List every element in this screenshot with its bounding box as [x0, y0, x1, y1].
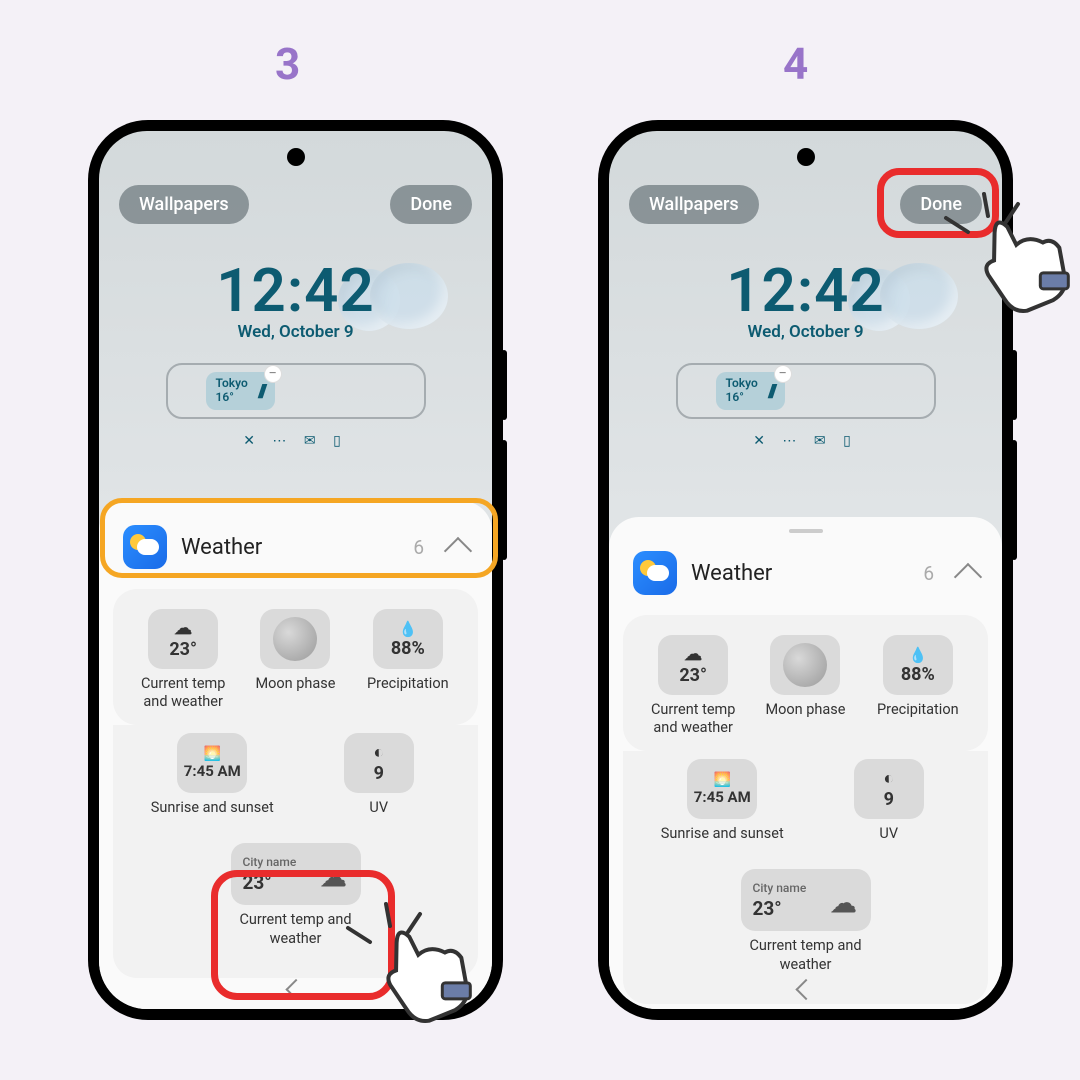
notification-icons: ✕ ⋯ ✉ ▯	[609, 433, 1002, 449]
camera-hole	[797, 148, 815, 166]
section-count: 6	[413, 536, 424, 559]
widget-city-temp[interactable]: City name 23° ☁ Current temp and weather	[214, 837, 378, 961]
widget-city-temp[interactable]: City name 23° ☁ Current temp and weather	[724, 863, 888, 987]
done-button[interactable]: Done	[390, 185, 472, 224]
step-number-4: 4	[783, 38, 808, 90]
lock-widget-slot[interactable]: Tokyo16° /// −	[676, 363, 936, 419]
droplet-icon: 💧	[398, 620, 417, 638]
widget-precipitation[interactable]: 💧88% Precipitation	[354, 603, 462, 725]
chevron-up-icon	[954, 563, 982, 591]
phone-mockup-right: Wallpapers Done 12:42 Wed, October 9 Tok…	[598, 120, 1013, 1020]
cloud-icon: ☁	[174, 618, 192, 639]
phone-mockup-left: Wallpapers Done 12:42 Wed, October 9 Tok…	[88, 120, 503, 1020]
widget-precipitation[interactable]: 💧88% Precipitation	[864, 629, 972, 751]
weather-chip[interactable]: Tokyo16° /// −	[206, 372, 275, 410]
weather-section-header[interactable]: Weather 6	[609, 539, 1002, 605]
notification-icons: ✕ ⋯ ✉ ▯	[99, 433, 492, 449]
sunrise-icon: 🌅	[204, 746, 221, 762]
uv-gauge-icon: ◐	[373, 742, 384, 763]
weather-section-header[interactable]: Weather 6	[99, 513, 492, 579]
section-title: Weather	[181, 535, 399, 560]
back-nav-icon[interactable]	[285, 979, 306, 1000]
chevron-up-icon	[444, 537, 472, 565]
weather-chip[interactable]: Tokyo16° /// −	[716, 372, 785, 410]
widget-moon-phase[interactable]: Moon phase	[241, 603, 349, 725]
remove-widget-icon[interactable]: −	[264, 365, 282, 383]
clock-date: Wed, October 9	[99, 322, 492, 342]
remove-widget-icon[interactable]: −	[774, 365, 792, 383]
widget-picker-sheet[interactable]: Weather 6 ☁23° Current temp and weather …	[99, 501, 492, 1009]
lock-clock: 12:42 Wed, October 9	[99, 255, 492, 342]
wallpapers-button[interactable]: Wallpapers	[119, 185, 249, 224]
wallpapers-button[interactable]: Wallpapers	[629, 185, 759, 224]
widget-uv[interactable]: ◐9 UV	[822, 753, 956, 857]
lock-clock: 12:42 Wed, October 9	[609, 255, 1002, 342]
cloud-icon: ☁	[321, 863, 347, 893]
widget-sunrise-sunset[interactable]: 🌅7:45 AM Sunrise and sunset	[655, 753, 789, 857]
step-number-3: 3	[275, 38, 300, 90]
rain-icon: ///	[768, 381, 775, 402]
widget-current-temp[interactable]: ☁23° Current temp and weather	[129, 603, 237, 725]
sheet-grabber[interactable]	[789, 529, 823, 533]
camera-hole	[287, 148, 305, 166]
lock-widget-slot[interactable]: Tokyo16° /// −	[166, 363, 426, 419]
weather-app-icon	[633, 551, 677, 595]
done-button[interactable]: Done	[900, 185, 982, 224]
widget-moon-phase[interactable]: Moon phase	[751, 629, 859, 751]
clock-time: 12:42	[99, 255, 492, 326]
widget-picker-sheet[interactable]: Weather 6 ☁23° Current temp and weather …	[609, 517, 1002, 1009]
rain-icon: ///	[258, 381, 265, 402]
widget-current-temp[interactable]: ☁23° Current temp and weather	[639, 629, 747, 751]
moon-icon	[273, 617, 317, 661]
widget-uv[interactable]: ◐9 UV	[312, 727, 446, 831]
weather-app-icon	[123, 525, 167, 569]
widget-sunrise-sunset[interactable]: 🌅7:45 AM Sunrise and sunset	[145, 727, 279, 831]
